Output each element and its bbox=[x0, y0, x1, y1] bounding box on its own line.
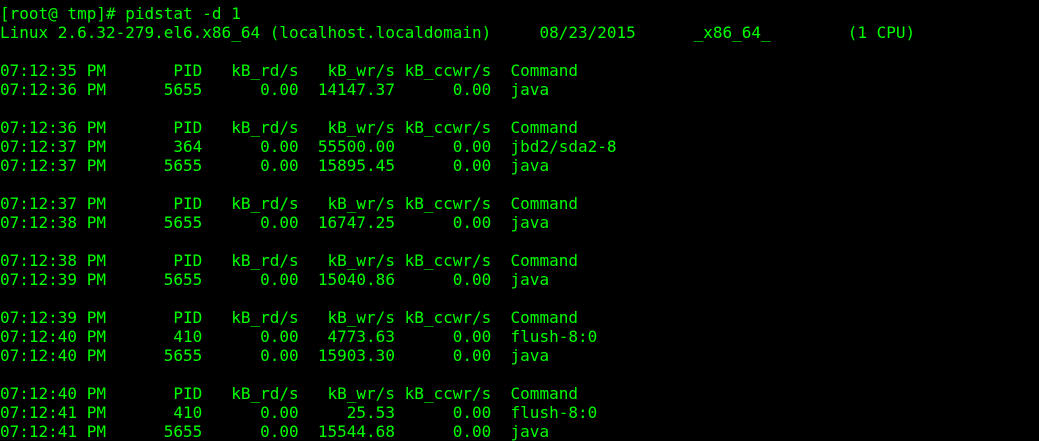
pidstat-data-row: 07:12:37 PM 5655 0.00 15895.45 0.00 java bbox=[0, 156, 550, 175]
pidstat-data-row: 07:12:41 PM 5655 0.00 15544.68 0.00 java bbox=[0, 422, 550, 441]
pidstat-block-4: 07:12:38 PM PID kB_rd/s kB_wr/s kB_ccwr/… bbox=[0, 251, 1039, 289]
pidstat-data-row: 07:12:37 PM 364 0.00 55500.00 0.00 jbd2/… bbox=[0, 137, 617, 156]
pidstat-block-5: 07:12:39 PM PID kB_rd/s kB_wr/s kB_ccwr/… bbox=[0, 308, 1039, 365]
pidstat-data-row: 07:12:40 PM 410 0.00 4773.63 0.00 flush-… bbox=[0, 327, 598, 346]
pidstat-header-row: 07:12:38 PM PID kB_rd/s kB_wr/s kB_ccwr/… bbox=[0, 251, 578, 270]
pidstat-header-row: 07:12:36 PM PID kB_rd/s kB_wr/s kB_ccwr/… bbox=[0, 118, 578, 137]
pidstat-header-row: 07:12:35 PM PID kB_rd/s kB_wr/s kB_ccwr/… bbox=[0, 61, 578, 80]
pidstat-block-1: 07:12:35 PM PID kB_rd/s kB_wr/s kB_ccwr/… bbox=[0, 61, 1039, 99]
shell-prompt-line: [root@ tmp]# pidstat -d 1 bbox=[0, 4, 241, 23]
pidstat-data-row: 07:12:39 PM 5655 0.00 15040.86 0.00 java bbox=[0, 270, 550, 289]
pidstat-header-row: 07:12:39 PM PID kB_rd/s kB_wr/s kB_ccwr/… bbox=[0, 308, 578, 327]
pidstat-block-6: 07:12:40 PM PID kB_rd/s kB_wr/s kB_ccwr/… bbox=[0, 384, 1039, 441]
terminal-window[interactable]: [root@ tmp]# pidstat -d 1 Linux 2.6.32-2… bbox=[0, 4, 1039, 441]
system-info-line: Linux 2.6.32-279.el6.x86_64 (localhost.l… bbox=[0, 23, 916, 42]
pidstat-data-row: 07:12:40 PM 5655 0.00 15903.30 0.00 java bbox=[0, 346, 550, 365]
pidstat-block-2: 07:12:36 PM PID kB_rd/s kB_wr/s kB_ccwr/… bbox=[0, 118, 1039, 175]
pidstat-data-row: 07:12:38 PM 5655 0.00 16747.25 0.00 java bbox=[0, 213, 550, 232]
pidstat-data-row: 07:12:36 PM 5655 0.00 14147.37 0.00 java bbox=[0, 80, 550, 99]
pidstat-data-row: 07:12:41 PM 410 0.00 25.53 0.00 flush-8:… bbox=[0, 403, 598, 422]
pidstat-block-3: 07:12:37 PM PID kB_rd/s kB_wr/s kB_ccwr/… bbox=[0, 194, 1039, 232]
pidstat-header-row: 07:12:40 PM PID kB_rd/s kB_wr/s kB_ccwr/… bbox=[0, 384, 578, 403]
pidstat-header-row: 07:12:37 PM PID kB_rd/s kB_wr/s kB_ccwr/… bbox=[0, 194, 578, 213]
